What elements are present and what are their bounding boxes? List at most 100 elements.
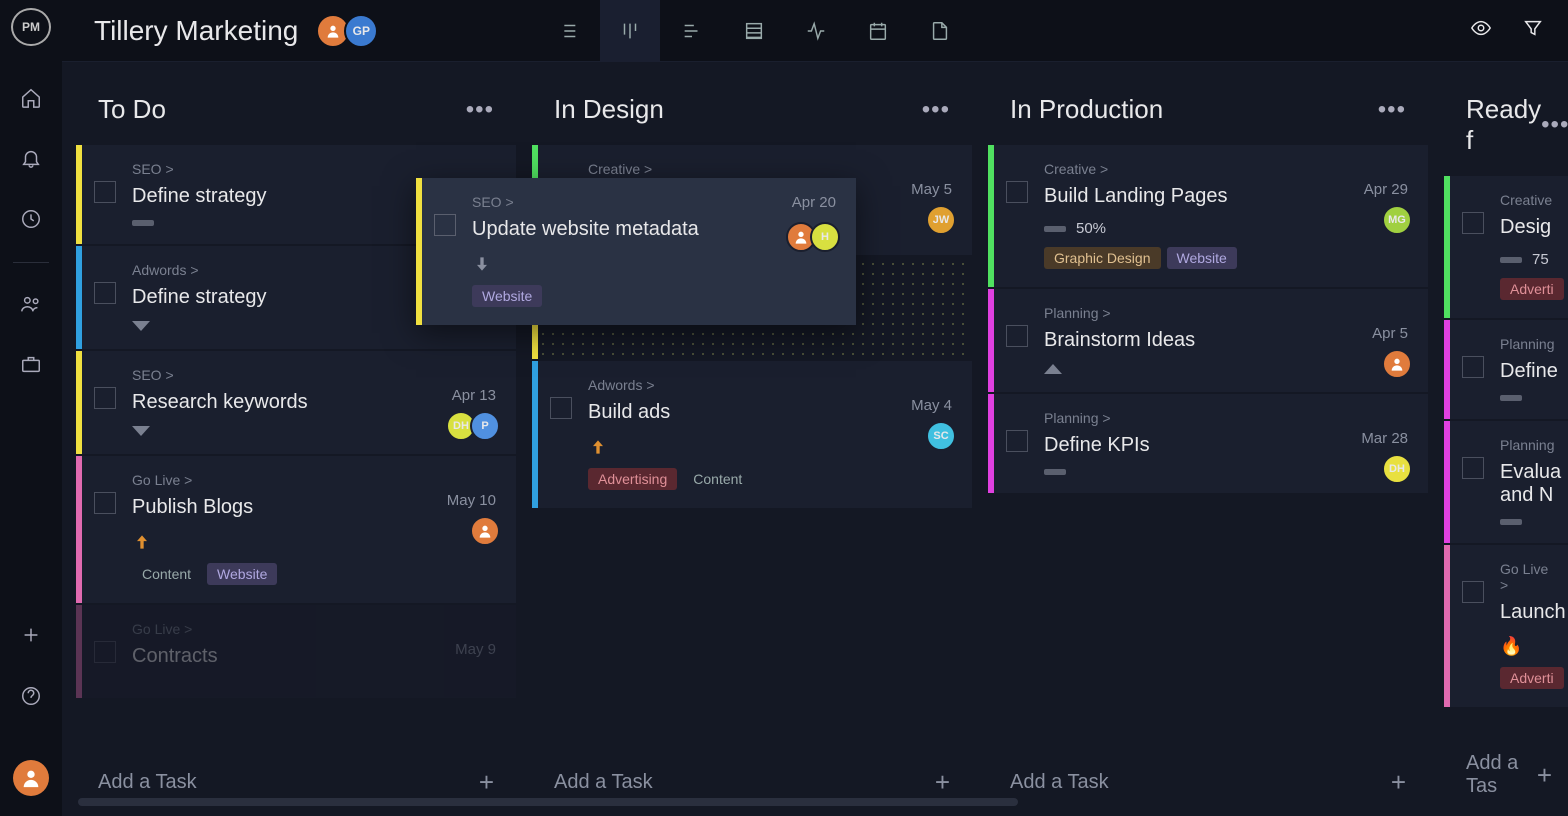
left-sidebar: PM [0, 0, 62, 816]
bell-icon[interactable] [13, 141, 49, 175]
task-card[interactable]: Planning > Brainstorm Ideas Apr 5 [988, 289, 1428, 392]
checkbox[interactable] [550, 397, 572, 419]
card-date: Apr 20 [792, 194, 836, 211]
column-title: To Do [98, 94, 166, 125]
checkbox[interactable] [1006, 430, 1028, 452]
task-card[interactable]: Creative > Build Landing Pages Apr 29 MG… [988, 145, 1428, 287]
task-card[interactable]: Planning > Define KPIs Mar 28 DH [988, 394, 1428, 493]
tag[interactable]: Advertising [588, 468, 677, 490]
card-date: May 5 [911, 181, 952, 198]
checkbox[interactable] [94, 387, 116, 409]
tag[interactable]: Website [1167, 247, 1237, 269]
checkbox[interactable] [1006, 325, 1028, 347]
avatar[interactable]: MG [1382, 205, 1412, 235]
clock-icon[interactable] [13, 201, 49, 235]
tag[interactable]: Website [472, 285, 542, 307]
checkbox[interactable] [1462, 457, 1484, 479]
card-category: Go Live > [132, 472, 496, 488]
current-user-avatar[interactable] [13, 760, 49, 796]
card-title: Evalua and N [1500, 461, 1554, 507]
checkbox[interactable] [1462, 356, 1484, 378]
calendar-view-icon[interactable] [848, 0, 908, 62]
column-menu-icon[interactable]: ••• [466, 96, 494, 124]
avatar[interactable]: H [810, 222, 840, 252]
column: Ready f••• Creative Desig 75 Adverti Pla… [1444, 80, 1568, 816]
task-card[interactable]: Go Live > Contracts May 9 [76, 605, 516, 698]
checkbox[interactable] [1006, 181, 1028, 203]
checkbox[interactable] [94, 181, 116, 203]
checkbox[interactable] [94, 282, 116, 304]
tag[interactable]: Adverti [1500, 278, 1564, 300]
column-title: In Design [554, 94, 664, 125]
card-category: Creative [1500, 192, 1554, 208]
column-menu-icon[interactable]: ••• [1541, 111, 1568, 139]
app-logo[interactable]: PM [11, 8, 51, 46]
card-category: SEO > [132, 367, 496, 383]
table-view-icon[interactable] [724, 0, 784, 62]
card-category: Planning [1500, 336, 1554, 352]
avatar[interactable] [1382, 349, 1412, 379]
avatar[interactable]: JW [926, 205, 956, 235]
task-card[interactable]: Planning Define [1444, 320, 1568, 419]
dragged-card[interactable]: SEO > Update website metadata Apr 20 H W… [416, 178, 856, 325]
kanban-board: To Do••• SEO > Define strategy Apr 11 JW… [62, 62, 1568, 816]
column-title: In Production [1010, 94, 1163, 125]
people-icon[interactable] [13, 287, 49, 321]
column-menu-icon[interactable]: ••• [922, 96, 950, 124]
eye-icon[interactable] [1470, 17, 1492, 44]
avatar[interactable]: SC [926, 421, 956, 451]
card-title: Launch [1500, 601, 1554, 624]
checkbox[interactable] [1462, 581, 1484, 603]
avatar[interactable] [470, 516, 500, 546]
card-title: Publish Blogs [132, 496, 496, 519]
tag[interactable]: Graphic Design [1044, 247, 1161, 269]
column-menu-icon[interactable]: ••• [1378, 96, 1406, 124]
plus-icon: + [1537, 760, 1552, 791]
tag[interactable]: Website [207, 563, 277, 585]
task-card[interactable]: Planning Evalua and N [1444, 421, 1568, 543]
filter-icon[interactable] [1522, 17, 1544, 44]
view-tabs [538, 0, 970, 62]
card-category: SEO > [132, 161, 496, 177]
checkbox[interactable] [1462, 212, 1484, 234]
card-date: Apr 13 [452, 387, 496, 404]
checkbox[interactable] [434, 214, 456, 236]
plus-icon: + [479, 767, 494, 798]
checkbox[interactable] [94, 641, 116, 663]
card-date: Apr 5 [1372, 325, 1408, 342]
card-title: Update website metadata [472, 218, 836, 241]
avatar[interactable]: GP [344, 14, 378, 48]
card-title: Build ads [588, 401, 952, 424]
topbar: Tillery Marketing GP [62, 0, 1568, 62]
card-category: Creative > [588, 161, 952, 177]
horizontal-scrollbar[interactable] [78, 798, 1018, 806]
avatar[interactable]: P [470, 411, 500, 441]
task-card[interactable]: Adwords > Build ads May 4 SC Advertising… [532, 361, 972, 508]
card-title: Define KPIs [1044, 434, 1408, 457]
avatar[interactable]: DH [1382, 454, 1412, 484]
files-view-icon[interactable] [910, 0, 970, 62]
column: In Production ••• Creative > Build Landin… [988, 80, 1428, 816]
help-icon[interactable] [13, 678, 49, 714]
project-title: Tillery Marketing [94, 15, 298, 47]
tag[interactable]: Content [132, 563, 201, 585]
card-category: Planning > [1044, 410, 1408, 426]
tag[interactable]: Content [683, 468, 752, 490]
add-icon[interactable] [13, 618, 49, 652]
activity-view-icon[interactable] [786, 0, 846, 62]
task-card[interactable]: Go Live > Publish Blogs May 10 ContentWe… [76, 456, 516, 603]
gantt-view-icon[interactable] [662, 0, 722, 62]
collaborator-avatars[interactable]: GP [322, 14, 378, 48]
card-date: May 9 [455, 641, 496, 658]
tag[interactable]: Adverti [1500, 667, 1564, 689]
card-category: Planning > [1044, 305, 1408, 321]
list-view-icon[interactable] [538, 0, 598, 62]
briefcase-icon[interactable] [13, 347, 49, 381]
board-view-icon[interactable] [600, 0, 660, 62]
task-card[interactable]: Go Live > Launch 🔥 Adverti [1444, 545, 1568, 707]
home-icon[interactable] [13, 80, 49, 114]
plus-icon: + [935, 767, 950, 798]
task-card[interactable]: SEO > Research keywords Apr 13 DHP [76, 351, 516, 454]
checkbox[interactable] [94, 492, 116, 514]
task-card[interactable]: Creative Desig 75 Adverti [1444, 176, 1568, 318]
